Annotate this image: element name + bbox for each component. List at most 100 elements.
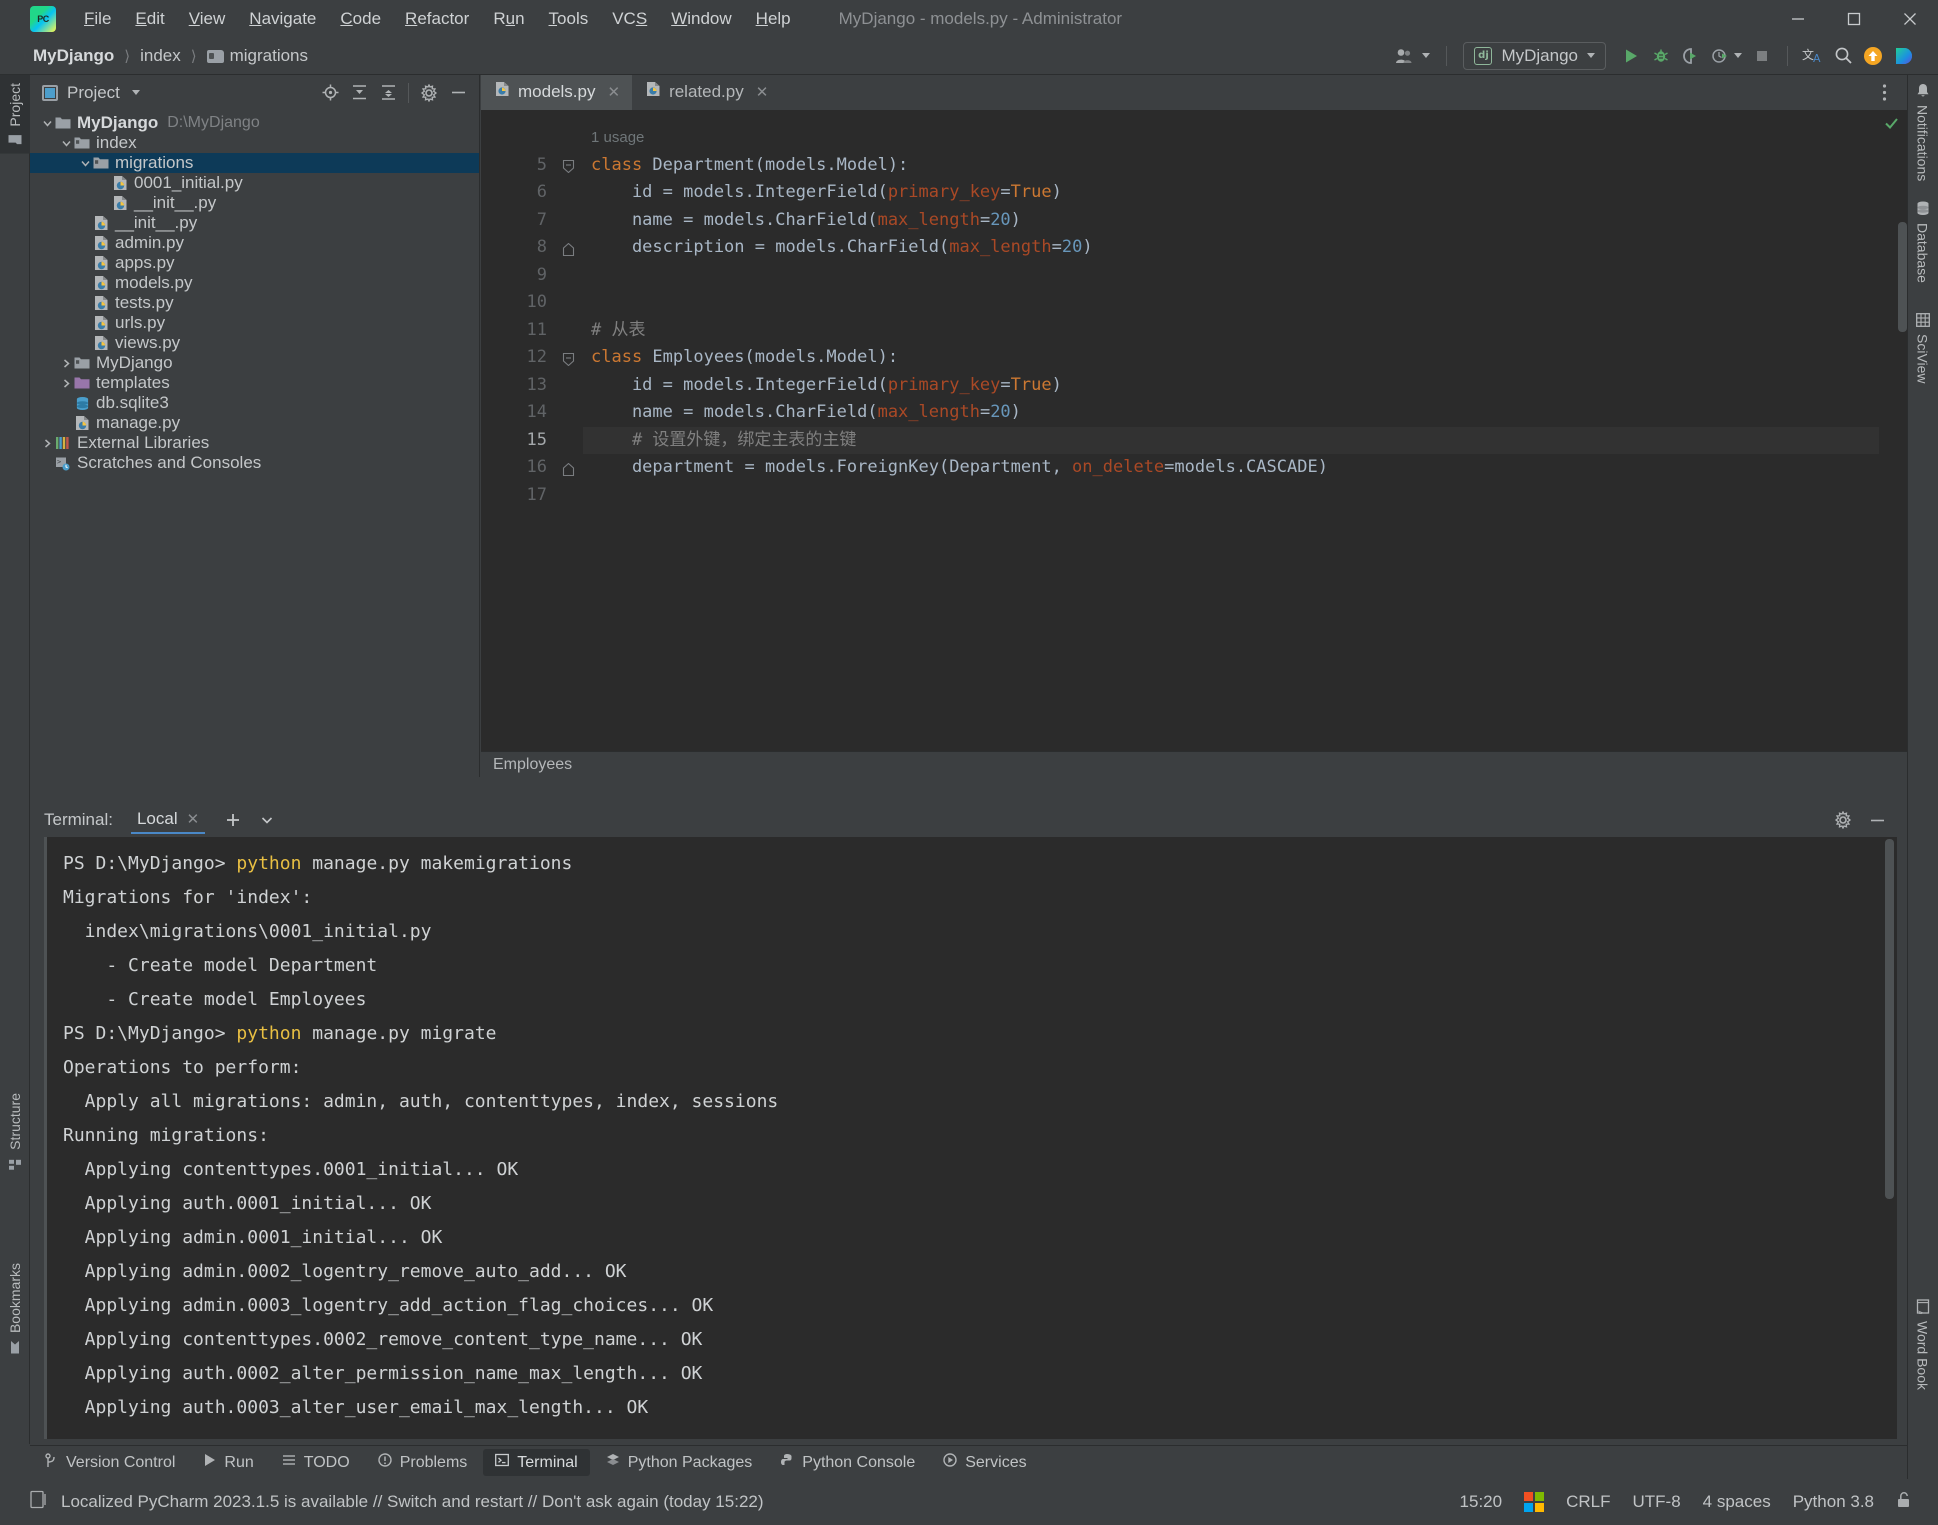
terminal-tab-local[interactable]: Local ✕ <box>131 806 205 834</box>
line-number[interactable]: 9 <box>481 262 557 290</box>
code-line[interactable]: department = models.ForeignKey(Departmen… <box>583 454 1907 482</box>
code-line[interactable] <box>583 262 1907 290</box>
line-number[interactable]: 16 <box>481 454 557 482</box>
close-button[interactable] <box>1882 0 1938 37</box>
line-number[interactable]: 5 <box>481 152 557 180</box>
run-coverage-button[interactable] <box>1676 41 1706 71</box>
line-number[interactable]: 14 <box>481 399 557 427</box>
tree-item-mydjango[interactable]: MyDjangoD:\MyDjango <box>30 113 479 133</box>
tab-related-py[interactable]: related.py ✕ <box>632 75 780 110</box>
line-number[interactable]: 17 <box>481 482 557 510</box>
editor-markup-bar[interactable] <box>1879 110 1907 751</box>
tree-item-templates[interactable]: templates <box>30 373 479 393</box>
maximize-button[interactable] <box>1826 0 1882 37</box>
code-line[interactable]: class Department(models.Model): <box>583 152 1907 180</box>
tree-item-migrations[interactable]: migrations <box>30 153 479 173</box>
status-indent[interactable]: 4 spaces <box>1703 1492 1771 1512</box>
tree-item-apps-py[interactable]: apps.py <box>30 253 479 273</box>
code-editor[interactable]: 567891011121314151617 1 usageclass Depar… <box>481 110 1907 751</box>
code-line[interactable]: class Employees(models.Model): <box>583 344 1907 372</box>
translate-icon[interactable]: 文 A <box>1798 41 1828 71</box>
chevron-right-icon[interactable] <box>59 378 73 389</box>
lock-icon[interactable] <box>1896 1491 1912 1514</box>
line-number[interactable]: 13 <box>481 372 557 400</box>
sidebar-item-sciview[interactable]: SciView <box>1907 305 1938 392</box>
breadcrumb-item-project[interactable]: MyDjango <box>30 45 117 67</box>
line-number[interactable]: 7 <box>481 207 557 235</box>
ide-feature-icon[interactable] <box>1888 41 1918 71</box>
breadcrumb-item-index[interactable]: index <box>137 45 184 67</box>
editor-breadcrumb[interactable]: Employees <box>481 751 1907 777</box>
menu-run[interactable]: Run <box>481 6 536 32</box>
close-icon[interactable]: ✕ <box>607 83 620 101</box>
tree-item-0001-initial-py[interactable]: 0001_initial.py <box>30 173 479 193</box>
tree-item-manage-py[interactable]: manage.py <box>30 413 479 433</box>
chevron-down-icon[interactable] <box>40 118 54 129</box>
menu-navigate[interactable]: Navigate <box>237 6 328 32</box>
line-number[interactable]: 15 <box>481 427 557 455</box>
menu-window[interactable]: Window <box>659 6 743 32</box>
code-line[interactable]: id = models.IntegerField(primary_key=Tru… <box>583 372 1907 400</box>
chevron-right-icon[interactable] <box>59 358 73 369</box>
editor-scrollbar[interactable] <box>1898 222 1907 332</box>
tree-item-external-libraries[interactable]: External Libraries <box>30 433 479 453</box>
editor-options-button[interactable] <box>1871 79 1897 105</box>
sidebar-item-structure[interactable]: Structure <box>0 1085 30 1178</box>
sidebar-item-word-book[interactable]: A Word Book <box>1907 1291 1938 1398</box>
code-line[interactable]: # 从表 <box>583 317 1907 345</box>
close-icon[interactable]: ✕ <box>756 83 769 101</box>
tree-item---init---py[interactable]: __init__.py <box>30 193 479 213</box>
menu-vcs[interactable]: VCS <box>600 6 659 32</box>
tree-item-db-sqlite3[interactable]: db.sqlite3 <box>30 393 479 413</box>
bottom-item-python-packages[interactable]: Python Packages <box>594 1449 765 1476</box>
stop-button[interactable] <box>1747 41 1777 71</box>
menu-refactor[interactable]: Refactor <box>393 6 481 32</box>
line-number[interactable]: 10 <box>481 289 557 317</box>
sidebar-item-bookmarks[interactable]: Bookmarks <box>0 1255 30 1362</box>
account-icon[interactable] <box>1389 41 1436 71</box>
code-content[interactable]: 1 usageclass Department(models.Model): i… <box>583 110 1907 751</box>
fold-marker-department[interactable] <box>562 158 577 173</box>
settings-button[interactable] <box>416 80 442 106</box>
code-line[interactable]: description = models.CharField(max_lengt… <box>583 234 1907 262</box>
menu-edit[interactable]: Edit <box>123 6 176 32</box>
chevron-right-icon[interactable] <box>40 438 54 449</box>
menu-view[interactable]: View <box>177 6 238 32</box>
sidebar-item-database[interactable]: Database <box>1907 193 1938 291</box>
code-line[interactable] <box>583 289 1907 317</box>
fold-marker-end-2[interactable] <box>562 461 577 476</box>
update-icon[interactable] <box>1858 41 1888 71</box>
run-configuration-selector[interactable]: dj MyDjango <box>1463 42 1606 70</box>
close-icon[interactable]: ✕ <box>187 810 200 828</box>
menu-help[interactable]: Help <box>744 6 803 32</box>
tree-item-admin-py[interactable]: admin.py <box>30 233 479 253</box>
line-number[interactable]: 6 <box>481 179 557 207</box>
code-line[interactable]: id = models.IntegerField(primary_key=Tru… <box>583 179 1907 207</box>
tree-item-models-py[interactable]: models.py <box>30 273 479 293</box>
status-message[interactable]: Localized PyCharm 2023.1.5 is available … <box>61 1492 764 1512</box>
line-number[interactable]: 8 <box>481 234 557 262</box>
new-terminal-button[interactable] <box>219 806 247 834</box>
terminal-settings-button[interactable] <box>1829 806 1857 834</box>
tree-item-urls-py[interactable]: urls.py <box>30 313 479 333</box>
bottom-item-services[interactable]: Services <box>931 1449 1038 1476</box>
run-button[interactable] <box>1616 41 1646 71</box>
tree-item-mydjango[interactable]: MyDjango <box>30 353 479 373</box>
line-number[interactable]: 11 <box>481 317 557 345</box>
tree-item-scratches-and-consoles[interactable]: >Scratches and Consoles <box>30 453 479 473</box>
collapse-all-button[interactable] <box>375 80 401 106</box>
fold-marker-end-1[interactable] <box>562 241 577 256</box>
select-opened-file-button[interactable] <box>317 80 343 106</box>
minimize-button[interactable] <box>1770 0 1826 37</box>
chevron-down-icon[interactable] <box>132 90 140 95</box>
terminal-hide-button[interactable] <box>1863 806 1891 834</box>
chevron-down-icon[interactable] <box>78 158 92 169</box>
bottom-item-python-console[interactable]: Python Console <box>768 1449 927 1476</box>
tree-item-index[interactable]: index <box>30 133 479 153</box>
bottom-item-run[interactable]: Run <box>191 1449 265 1476</box>
sidebar-item-notifications[interactable]: Notifications <box>1907 75 1938 189</box>
bottom-item-version-control[interactable]: Version Control <box>32 1449 187 1477</box>
code-line[interactable]: # 设置外键，绑定主表的主键 <box>583 427 1907 455</box>
debug-button[interactable] <box>1646 41 1676 71</box>
code-folding-column[interactable] <box>557 110 583 751</box>
